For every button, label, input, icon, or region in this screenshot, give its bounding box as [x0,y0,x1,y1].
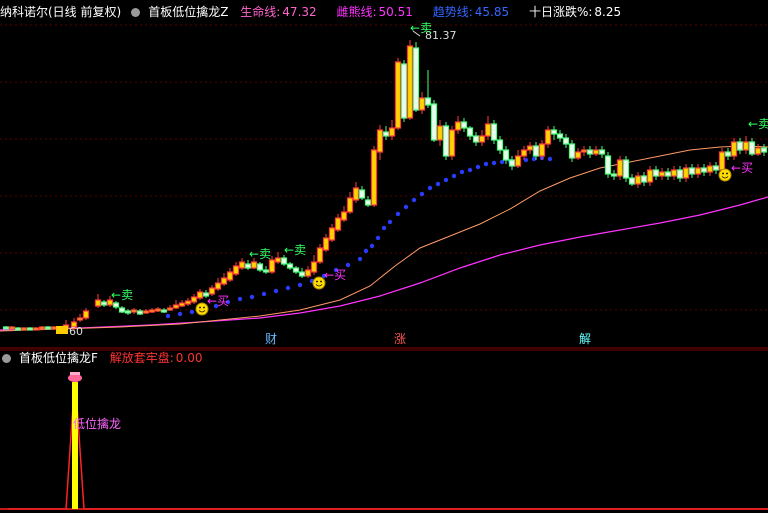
svg-text:←卖: ←卖 [111,288,133,302]
svg-text:←买: ←买 [207,294,229,308]
sell-signals: ←卖 ←卖 ←卖 ←卖 ←卖 [111,21,768,302]
sub-signal-label: 低位擒龙 [73,416,121,431]
sub-chart: 低位擒龙 [0,349,768,510]
kline-chart[interactable]: 81.37 60 ←卖 ←卖 ←卖 ←卖 ←卖 ←买 ←买 ←买 低位擒龙 [0,0,768,513]
candlesticks [2,40,768,331]
svg-text:←卖: ←卖 [748,117,768,131]
svg-text:←卖: ←卖 [284,243,306,257]
svg-text:←卖: ←卖 [410,21,432,35]
sub-signal-flag-icon [68,372,82,382]
buy-signals: ←买 ←买 ←买 [207,161,753,308]
svg-text:←卖: ←卖 [249,247,271,261]
marker-cai: 财 [265,332,278,346]
marker-zhang: 涨 [394,332,407,346]
low-price-annotation: 60 [56,325,83,338]
marker-jie: 解 [579,332,592,346]
sub-signal-bar [72,382,78,509]
svg-text:←买: ←买 [324,268,346,282]
svg-text:←买: ←买 [731,161,753,175]
sub-signal-line [8,375,768,510]
svg-text:60: 60 [69,325,83,338]
